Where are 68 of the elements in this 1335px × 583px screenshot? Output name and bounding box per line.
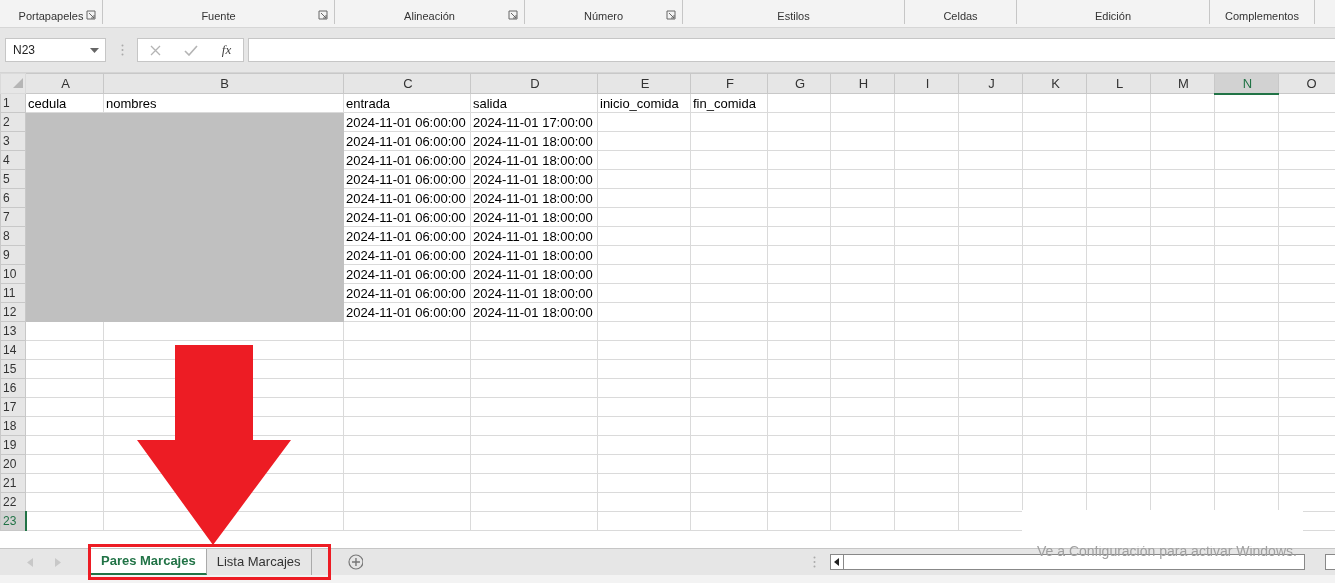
table-cell: 2024-11-01 06:00:00 xyxy=(343,150,471,170)
table-cell: inicio_comida xyxy=(597,93,691,113)
table-cell: 2024-11-01 06:00:00 xyxy=(343,245,471,265)
ribbon-group-label: Alineación xyxy=(404,10,455,22)
column-header[interactable]: K xyxy=(1022,73,1087,94)
table-cell: 2024-11-01 06:00:00 xyxy=(343,302,471,322)
formula-input[interactable] xyxy=(248,38,1335,62)
column-header[interactable]: E xyxy=(597,73,691,94)
add-sheet-icon[interactable] xyxy=(347,554,364,570)
table-cell: fin_comida xyxy=(690,93,768,113)
table-cell: 2024-11-01 18:00:00 xyxy=(470,207,598,227)
dialog-launcher-icon[interactable] xyxy=(666,10,676,20)
ribbon-group-label: Celdas xyxy=(943,10,978,22)
column-header[interactable]: B xyxy=(103,73,344,94)
table-cell: 2024-11-01 06:00:00 xyxy=(343,226,471,246)
column-header[interactable]: M xyxy=(1150,73,1215,94)
table-cell: 2024-11-01 18:00:00 xyxy=(470,169,598,189)
table-cell: 2024-11-01 18:00:00 xyxy=(470,245,598,265)
table-cell: entrada xyxy=(343,93,471,113)
corner-triangle-icon xyxy=(13,78,23,88)
table-cell: 2024-11-01 18:00:00 xyxy=(470,150,598,170)
table-cell: 2024-11-01 06:00:00 xyxy=(343,169,471,189)
sheet-tab[interactable]: Pares Marcajes xyxy=(91,549,207,575)
checkmark-icon xyxy=(184,44,199,56)
table-cell: 2024-11-01 06:00:00 xyxy=(343,264,471,284)
table-cell: 2024-11-01 18:00:00 xyxy=(470,188,598,208)
table-cell: 2024-11-01 18:00:00 xyxy=(470,264,598,284)
table-cell: 2024-11-01 18:00:00 xyxy=(470,131,598,151)
table-cell: 2024-11-01 06:00:00 xyxy=(343,188,471,208)
column-header[interactable]: G xyxy=(767,73,831,94)
column-header[interactable]: O xyxy=(1278,73,1335,94)
dialog-launcher-icon[interactable] xyxy=(86,10,96,20)
cell-reference: N23 xyxy=(13,43,35,57)
table-cell: 2024-11-01 18:00:00 xyxy=(470,283,598,303)
grip-icon xyxy=(121,44,124,56)
column-header[interactable]: N xyxy=(1214,73,1279,94)
ribbon-group-label: Número xyxy=(583,10,624,22)
table-cell: 2024-11-01 06:00:00 xyxy=(343,283,471,303)
table-cell: 2024-11-01 06:00:00 xyxy=(343,112,471,132)
table-cell: 2024-11-01 06:00:00 xyxy=(343,207,471,227)
insert-function-button[interactable]: fx xyxy=(221,42,232,58)
ribbon-group-label: Portapapeles xyxy=(18,10,84,22)
column-header[interactable]: C xyxy=(343,73,471,94)
column-header[interactable]: A xyxy=(25,73,104,94)
table-cell: 2024-11-01 17:00:00 xyxy=(470,112,598,132)
cancel-icon xyxy=(149,44,161,56)
name-box[interactable]: N23 xyxy=(5,38,106,62)
grip-icon xyxy=(813,556,817,568)
table-cell: 2024-11-01 18:00:00 xyxy=(470,302,598,322)
column-header[interactable]: I xyxy=(894,73,959,94)
table-cell: nombres xyxy=(103,93,344,113)
table-cell: salida xyxy=(470,93,598,113)
table-cell: 2024-11-01 06:00:00 xyxy=(343,131,471,151)
column-header[interactable]: F xyxy=(690,73,768,94)
column-header[interactable]: D xyxy=(470,73,598,94)
dialog-launcher-icon[interactable] xyxy=(508,10,518,20)
ribbon-group-label: Complementos xyxy=(1225,10,1299,22)
column-header[interactable]: H xyxy=(830,73,895,94)
dialog-launcher-icon[interactable] xyxy=(318,10,328,20)
ribbon-group-label: Edición xyxy=(1094,10,1132,22)
scroll-right-button[interactable] xyxy=(1325,554,1335,570)
table-cell: 2024-11-01 18:00:00 xyxy=(470,226,598,246)
dropdown-caret-icon xyxy=(90,47,99,53)
table-cell: cedula xyxy=(25,93,104,113)
column-header[interactable]: L xyxy=(1086,73,1151,94)
column-header[interactable]: J xyxy=(958,73,1023,94)
ribbon-group-label: Fuente xyxy=(201,10,236,22)
ribbon-group-label: Estilos xyxy=(777,10,810,22)
